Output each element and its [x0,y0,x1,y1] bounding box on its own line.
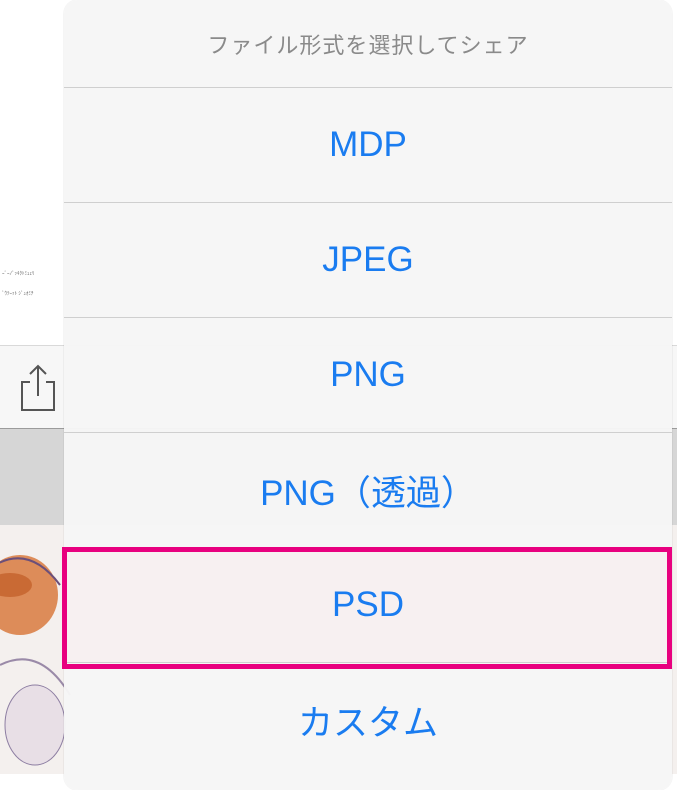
option-jpeg-button[interactable]: JPEG [64,203,672,318]
option-png-button[interactable]: PNG [64,318,672,433]
popover-title: ファイル形式を選択してシェア [64,0,672,88]
option-psd-button[interactable]: PSD [64,548,672,663]
option-mdp-button[interactable]: MDP [64,88,672,203]
option-custom-button[interactable]: カスタム [64,663,672,777]
share-format-popover: ファイル形式を選択してシェア MDP JPEG PNG PNG（透過） PSD … [64,0,672,790]
share-icon[interactable] [18,362,58,414]
background-page-text: ｰﾞｰﾉﾞｯｷｸﾄﾐｭｪﾘ [2,271,35,277]
background-document-page: ｰﾞｰﾉﾞｯｷｸﾄﾐｭｪﾘ ﾞｳﾃｰｯﾄ ｼﾞｭｵﾐﾁ [0,0,64,340]
option-png-transparent-button[interactable]: PNG（透過） [64,433,672,548]
background-page-text: ﾞｳﾃｰｯﾄ ｼﾞｭｵﾐﾁ [2,291,34,297]
